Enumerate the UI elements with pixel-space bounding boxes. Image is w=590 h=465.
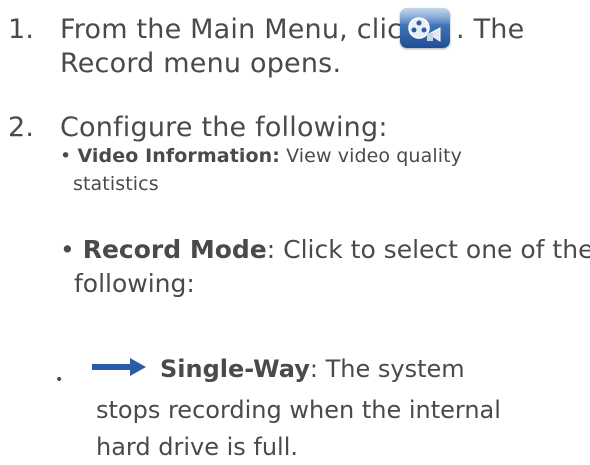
step-2-number: 2.	[8, 112, 35, 143]
sub-bullet: •	[55, 372, 64, 388]
step-1-text: From the Main Menu, click	[60, 14, 419, 45]
option-label: Video Information:	[77, 145, 280, 167]
sub-option-description-line-2: stops recording when the internal	[96, 396, 501, 424]
option-description: : Click to select one of the	[266, 235, 590, 264]
sub-option-description-line-3: hard drive is full.	[96, 433, 299, 461]
sub-option-label: Single-Way	[160, 355, 310, 383]
step-1-number: 1.	[8, 14, 35, 45]
bullet: •	[60, 145, 72, 167]
sub-option-description: : The system	[309, 355, 465, 383]
bullet: •	[60, 235, 75, 264]
step-2-text: Configure the following:	[60, 112, 388, 143]
option-description: View video quality	[286, 145, 462, 167]
option-description-continuation: following:	[74, 269, 195, 298]
option-record-mode: • Record Mode: Click to select one of th…	[60, 233, 590, 267]
option-video-information: • Video Information: View video quality	[60, 142, 462, 170]
sub-option-single-way: Single-Way: The system	[160, 352, 465, 386]
option-description-continuation: statistics	[73, 173, 159, 195]
option-label: Record Mode	[82, 235, 267, 264]
step-1-text-after-icon: . The	[456, 14, 525, 45]
step-1-continuation: Record menu opens.	[60, 48, 342, 79]
right-arrow-icon	[92, 358, 146, 376]
record-menu-icon[interactable]	[400, 8, 450, 48]
